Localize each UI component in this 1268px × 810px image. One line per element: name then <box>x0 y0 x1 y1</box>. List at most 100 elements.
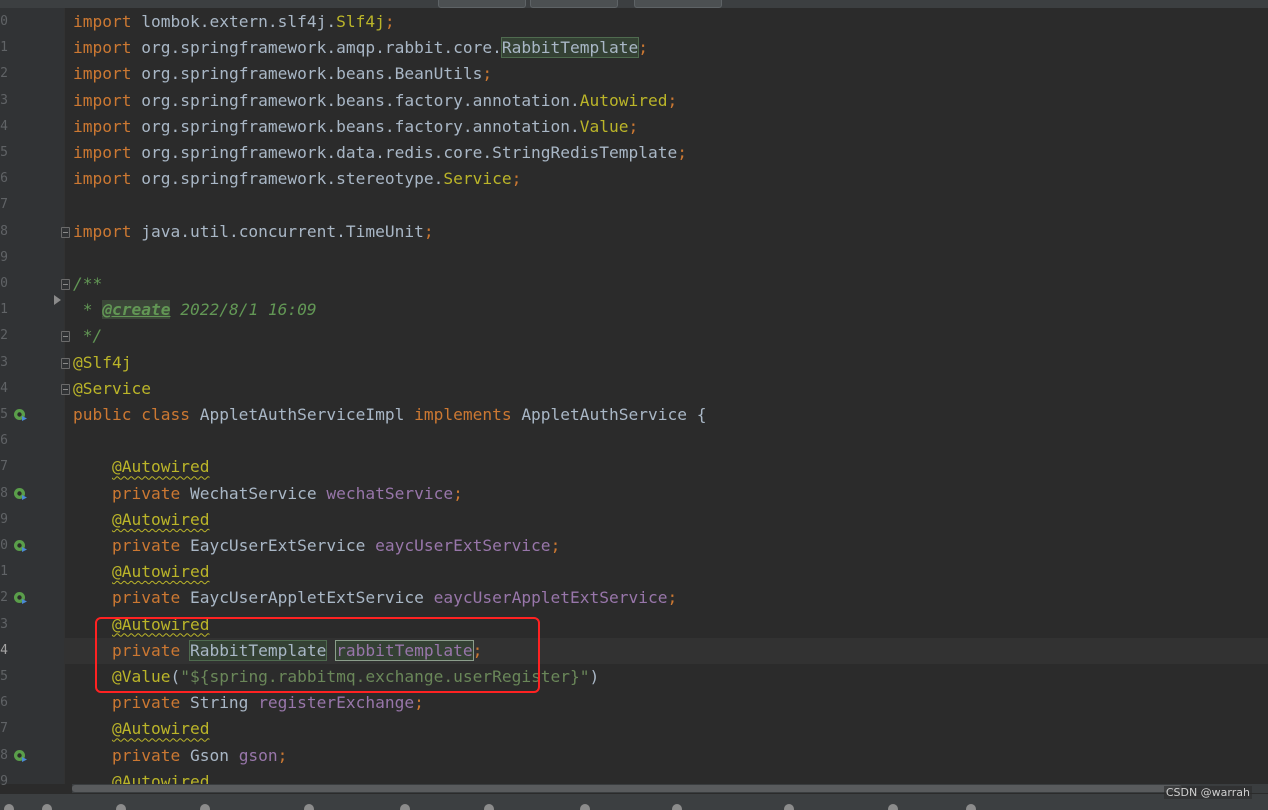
code-line[interactable]: * @create 2022/8/1 16:09 <box>64 297 1268 323</box>
code-line-text: @Autowired <box>73 612 209 638</box>
code-line[interactable]: private String registerExchange; <box>64 690 1268 716</box>
spring-bean-icon[interactable] <box>13 486 28 501</box>
code-token: org.springframework.beans.factory.annota… <box>141 116 580 136</box>
code-token: ; <box>414 693 424 713</box>
code-line[interactable]: private EaycUserAppletExtService eaycUse… <box>64 585 1268 611</box>
build-icon <box>484 804 494 810</box>
code-line-text: private String registerExchange; <box>73 690 424 716</box>
code-line[interactable]: import java.util.concurrent.TimeUnit; <box>64 219 1268 245</box>
code-line[interactable]: private RabbitTemplate rabbitTemplate; <box>64 637 1268 664</box>
code-line-text: @Value("${spring.rabbitmq.exchange.userR… <box>73 664 599 690</box>
code-line[interactable] <box>64 245 1268 271</box>
line-number: 7 <box>0 721 8 737</box>
spring-bean-icon[interactable] <box>13 748 28 763</box>
code-token: WechatService <box>189 483 327 503</box>
line-number: 0 <box>0 276 8 291</box>
code-token: org.springframework.beans.BeanUtils <box>141 64 483 84</box>
code-token: private <box>111 693 190 713</box>
code-line[interactable]: import lombok.extern.slf4j.Slf4j; <box>64 9 1268 35</box>
editor-tab[interactable] <box>438 0 526 8</box>
code-token: gson <box>238 745 278 765</box>
code-line[interactable]: /** <box>64 271 1268 297</box>
code-line[interactable]: private WechatService wechatService; <box>64 481 1268 507</box>
code-token: Gson <box>189 745 239 765</box>
code-token: ; <box>384 12 395 31</box>
code-token: @Autowired <box>111 771 210 784</box>
code-line[interactable]: import org.springframework.beans.factory… <box>64 114 1268 140</box>
code-token: AppletAuthServiceImpl <box>199 405 415 424</box>
code-line[interactable]: @Value("${spring.rabbitmq.exchange.userR… <box>64 664 1268 690</box>
code-line[interactable]: @Autowired <box>64 716 1268 742</box>
code-line-text: @Autowired <box>73 507 209 533</box>
code-line-text: import org.springframework.beans.factory… <box>73 114 638 140</box>
code-token: @Autowired <box>111 509 210 529</box>
editor-tab[interactable] <box>530 0 618 8</box>
code-token: Service <box>443 169 512 189</box>
code-line[interactable]: public class AppletAuthServiceImpl imple… <box>64 402 1268 428</box>
line-number: 9 <box>0 249 8 265</box>
line-number: 1 <box>0 564 8 580</box>
code-line-text: */ <box>73 323 103 349</box>
spring-bean-icon[interactable] <box>13 407 28 422</box>
code-line-text: @Slf4j <box>73 350 131 376</box>
line-number: 2 <box>0 328 8 344</box>
code-token: lombok.extern.slf4j. <box>141 12 337 31</box>
code-line-text: @Autowired <box>73 559 209 585</box>
code-line[interactable]: @Slf4j <box>64 350 1268 376</box>
code-token: Autowired <box>579 90 668 110</box>
code-line[interactable]: import org.springframework.beans.factory… <box>64 88 1268 114</box>
code-line[interactable]: @Autowired <box>64 559 1268 585</box>
code-editor[interactable]: import lombok.extern.slf4j.Slf4j; import … <box>64 8 1268 784</box>
code-line-text: private Gson gson; <box>73 743 287 769</box>
code-line[interactable]: @Autowired <box>64 454 1268 480</box>
code-token: ( <box>170 667 181 686</box>
code-line[interactable] <box>64 192 1268 218</box>
expand-arrow-icon[interactable] <box>54 294 61 305</box>
code-token: "${spring.rabbitmq.exchange.userRegister… <box>180 667 590 686</box>
code-token: ; <box>423 221 434 241</box>
line-number: 0 <box>0 538 8 553</box>
code-line[interactable]: import org.springframework.beans.BeanUti… <box>64 61 1268 87</box>
statistic-icon <box>304 804 314 810</box>
line-number: 1 <box>0 302 8 318</box>
git-icon <box>42 804 52 810</box>
line-number: 4 <box>0 642 8 658</box>
watermark: CSDN @warrah <box>1163 786 1252 799</box>
terminal-icon <box>400 804 410 810</box>
code-token: import <box>73 116 142 136</box>
editor-tab[interactable] <box>634 0 722 8</box>
line-number: 7 <box>0 459 8 475</box>
line-number: 5 <box>0 145 8 160</box>
code-line[interactable]: @Autowired <box>64 769 1268 784</box>
spring-bean-icon[interactable] <box>13 590 28 605</box>
code-line[interactable]: */ <box>64 323 1268 349</box>
code-line[interactable]: private Gson gson; <box>64 743 1268 769</box>
code-line-text: @Autowired <box>73 769 209 784</box>
scrollbar-thumb[interactable] <box>72 785 1182 792</box>
code-line[interactable] <box>64 428 1268 454</box>
line-number: 5 <box>0 407 8 422</box>
code-line-text: public class AppletAuthServiceImpl imple… <box>73 402 706 428</box>
code-line[interactable]: private EaycUserExtService eaycUserExtSe… <box>64 533 1268 559</box>
code-token: eaycUserAppletExtService <box>433 588 668 608</box>
code-line[interactable]: @Service <box>64 376 1268 402</box>
code-line-text: import java.util.concurrent.TimeUnit; <box>73 219 434 245</box>
code-token: private <box>111 588 190 608</box>
todo-icon <box>116 804 126 810</box>
code-line[interactable]: import org.springframework.amqp.rabbit.c… <box>64 35 1268 61</box>
code-line[interactable]: import org.springframework.stereotype.Se… <box>64 166 1268 192</box>
line-number: 3 <box>0 92 8 108</box>
code-token: ; <box>638 38 649 58</box>
code-line[interactable]: @Autowired <box>64 507 1268 533</box>
code-token: AppletAuthService { <box>521 405 707 424</box>
code-line[interactable]: import org.springframework.data.redis.co… <box>64 140 1268 166</box>
code-line[interactable]: @Autowired <box>64 612 1268 638</box>
code-line-text: private RabbitTemplate rabbitTemplate; <box>73 638 482 664</box>
spring-bean-icon[interactable] <box>13 538 28 553</box>
code-line-text: private WechatService wechatService; <box>73 481 463 507</box>
horizontal-scrollbar[interactable] <box>72 784 1268 793</box>
line-number-gutter[interactable]: 0 1 2 3 4 5 6 7 8 9 0 1 2 3 4 5 6 7 8 9 0 1 2 3 4 5 6 7 8 9 <box>0 8 70 789</box>
